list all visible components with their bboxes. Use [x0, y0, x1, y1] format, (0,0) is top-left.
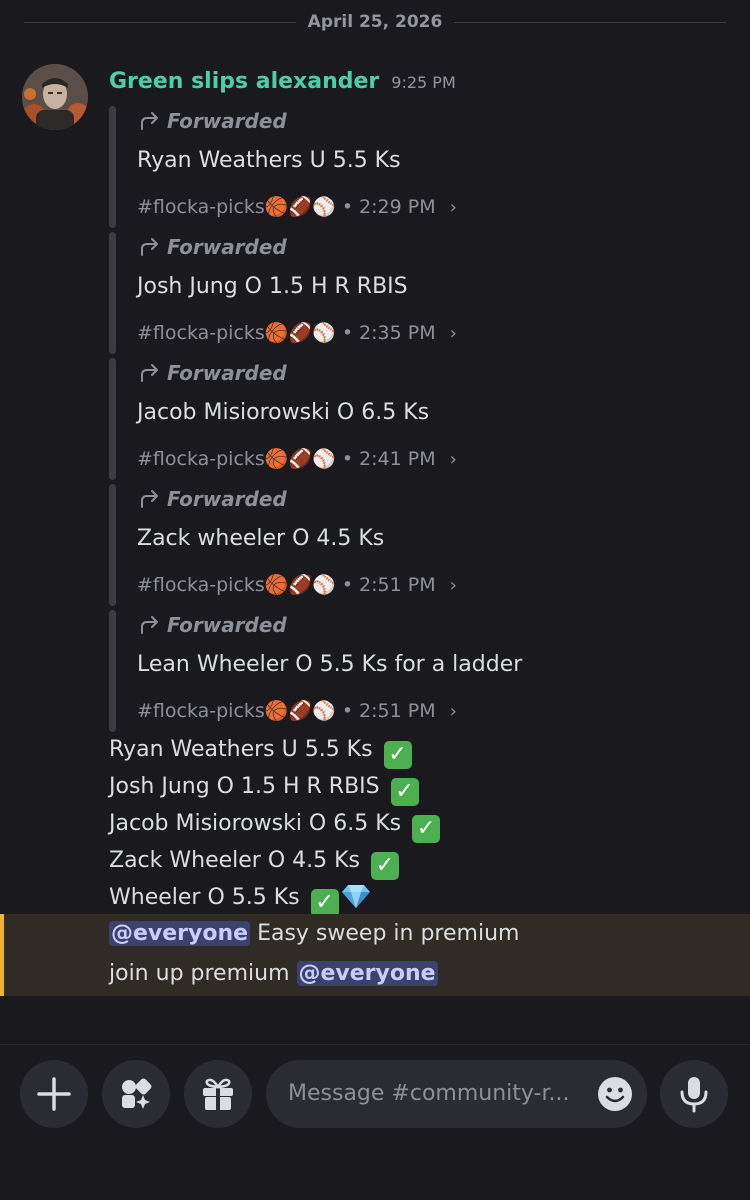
gift-icon [203, 1078, 233, 1110]
forward-bar [109, 358, 116, 480]
forward-time: 2:51 PM [359, 700, 436, 722]
forward-arrow-icon [141, 238, 158, 256]
mention-line-2: join up premium @everyone [109, 961, 438, 986]
forward-source[interactable]: #flocka-picks🏀🏈⚾ • 2:51 PM › [137, 570, 457, 600]
channel-emojis: 🏀🏈⚾ [264, 574, 336, 596]
forward-arrow-icon [141, 490, 158, 508]
forwarded-label: Forwarded [139, 358, 287, 388]
channel-emojis: 🏀🏈⚾ [264, 196, 336, 218]
check-icon: ✓ [412, 815, 441, 843]
forwarded-text: Zack wheeler O 4.5 Ks [137, 526, 385, 551]
result-line: Josh Jung O 1.5 H R RBIS ✓ [109, 769, 440, 806]
divider-line-right [454, 22, 726, 23]
date-divider: April 25, 2026 [0, 10, 750, 34]
voice-button[interactable] [660, 1060, 728, 1128]
forward-time: 2:41 PM [359, 448, 436, 470]
composer-divider [0, 1044, 750, 1045]
forward-bar [109, 232, 116, 354]
forwarded-message[interactable]: Forwarded Lean Wheeler O 5.5 Ks for a la… [109, 610, 669, 732]
message-timestamp: 9:25 PM [391, 73, 456, 92]
forward-bar [109, 610, 116, 732]
forwarded-text: Jacob Misiorowski O 6.5 Ks [137, 400, 430, 425]
forward-time: 2:29 PM [359, 196, 436, 218]
forwarded-message[interactable]: Forwarded Zack wheeler O 4.5 Ks #flocka-… [109, 484, 669, 606]
forwarded-text: Ryan Weathers U 5.5 Ks [137, 148, 401, 173]
forwarded-message[interactable]: Forwarded Jacob Misiorowski O 6.5 Ks #fl… [109, 358, 669, 480]
forward-arrow-icon [141, 112, 158, 130]
gift-button[interactable] [184, 1060, 252, 1128]
channel-name: #flocka-picks [137, 322, 265, 344]
forward-source[interactable]: #flocka-picks🏀🏈⚾ • 2:51 PM › [137, 696, 457, 726]
chevron-right-icon: › [449, 197, 457, 218]
channel-name: #flocka-picks [137, 574, 265, 596]
plus-icon [37, 1077, 71, 1111]
chevron-right-icon: › [449, 323, 457, 344]
forward-source[interactable]: #flocka-picks🏀🏈⚾ • 2:35 PM › [137, 318, 457, 348]
channel-name: #flocka-picks [137, 448, 265, 470]
chevron-right-icon: › [449, 449, 457, 470]
forward-source[interactable]: #flocka-picks🏀🏈⚾ • 2:29 PM › [137, 192, 457, 222]
check-icon: ✓ [390, 778, 419, 806]
apps-button[interactable] [102, 1060, 170, 1128]
forwarded-text: Josh Jung O 1.5 H R RBIS [137, 274, 408, 299]
divider-line-left [24, 22, 296, 23]
result-line: Ryan Weathers U 5.5 Ks ✓ [109, 732, 440, 769]
forwarded-message[interactable]: Forwarded Josh Jung O 1.5 H R RBIS #floc… [109, 232, 669, 354]
result-line: Jacob Misiorowski O 6.5 Ks ✓ [109, 806, 441, 843]
channel-emojis: 🏀🏈⚾ [264, 322, 336, 344]
message-input[interactable]: Message #community-r... [266, 1060, 647, 1128]
check-icon: ✓ [383, 741, 412, 769]
forwarded-label: Forwarded [139, 106, 287, 136]
apps-icon [122, 1078, 152, 1109]
forward-arrow-icon [141, 364, 158, 382]
forward-time: 2:35 PM [359, 322, 436, 344]
date-label: April 25, 2026 [307, 12, 443, 32]
mention-message: @everyone Easy sweep in premium join up … [0, 914, 750, 996]
forward-time: 2:51 PM [359, 574, 436, 596]
everyone-mention[interactable]: @everyone [109, 921, 251, 946]
channel-emojis: 🏀🏈⚾ [264, 700, 336, 722]
result-line: Zack Wheeler O 4.5 Ks ✓ [109, 843, 440, 880]
forward-arrow-icon [141, 616, 158, 634]
forwarded-label: Forwarded [139, 232, 287, 262]
chevron-right-icon: › [449, 575, 457, 596]
forward-bar [109, 484, 116, 606]
forwarded-label: Forwarded [139, 484, 287, 514]
mention-line-1: @everyone Easy sweep in premium [109, 921, 520, 946]
everyone-mention[interactable]: @everyone [296, 961, 438, 986]
chevron-right-icon: › [449, 701, 457, 722]
forwarded-label: Forwarded [139, 610, 287, 640]
channel-emojis: 🏀🏈⚾ [264, 448, 336, 470]
forward-bar [109, 106, 116, 228]
mention-accent-bar [0, 914, 4, 996]
check-icon: ✓ [310, 889, 339, 917]
author-name[interactable]: Green slips alexander [109, 69, 379, 94]
message-input-placeholder: Message #community-r... [288, 1081, 570, 1106]
add-button[interactable] [20, 1060, 88, 1128]
results-list: Ryan Weathers U 5.5 Ks ✓ Josh Jung O 1.5… [109, 732, 441, 921]
forward-source[interactable]: #flocka-picks🏀🏈⚾ • 2:41 PM › [137, 444, 457, 474]
channel-name: #flocka-picks [137, 700, 265, 722]
forwarded-text: Lean Wheeler O 5.5 Ks for a ladder [137, 652, 523, 677]
check-icon: ✓ [371, 852, 400, 880]
channel-name: #flocka-picks [137, 196, 265, 218]
microphone-icon [680, 1077, 708, 1113]
forwarded-message[interactable]: Forwarded Ryan Weathers U 5.5 Ks #flocka… [109, 106, 669, 228]
avatar[interactable] [22, 64, 88, 130]
message-header: Green slips alexander 9:25 PM [109, 66, 456, 98]
smiley-icon[interactable] [597, 1076, 633, 1112]
